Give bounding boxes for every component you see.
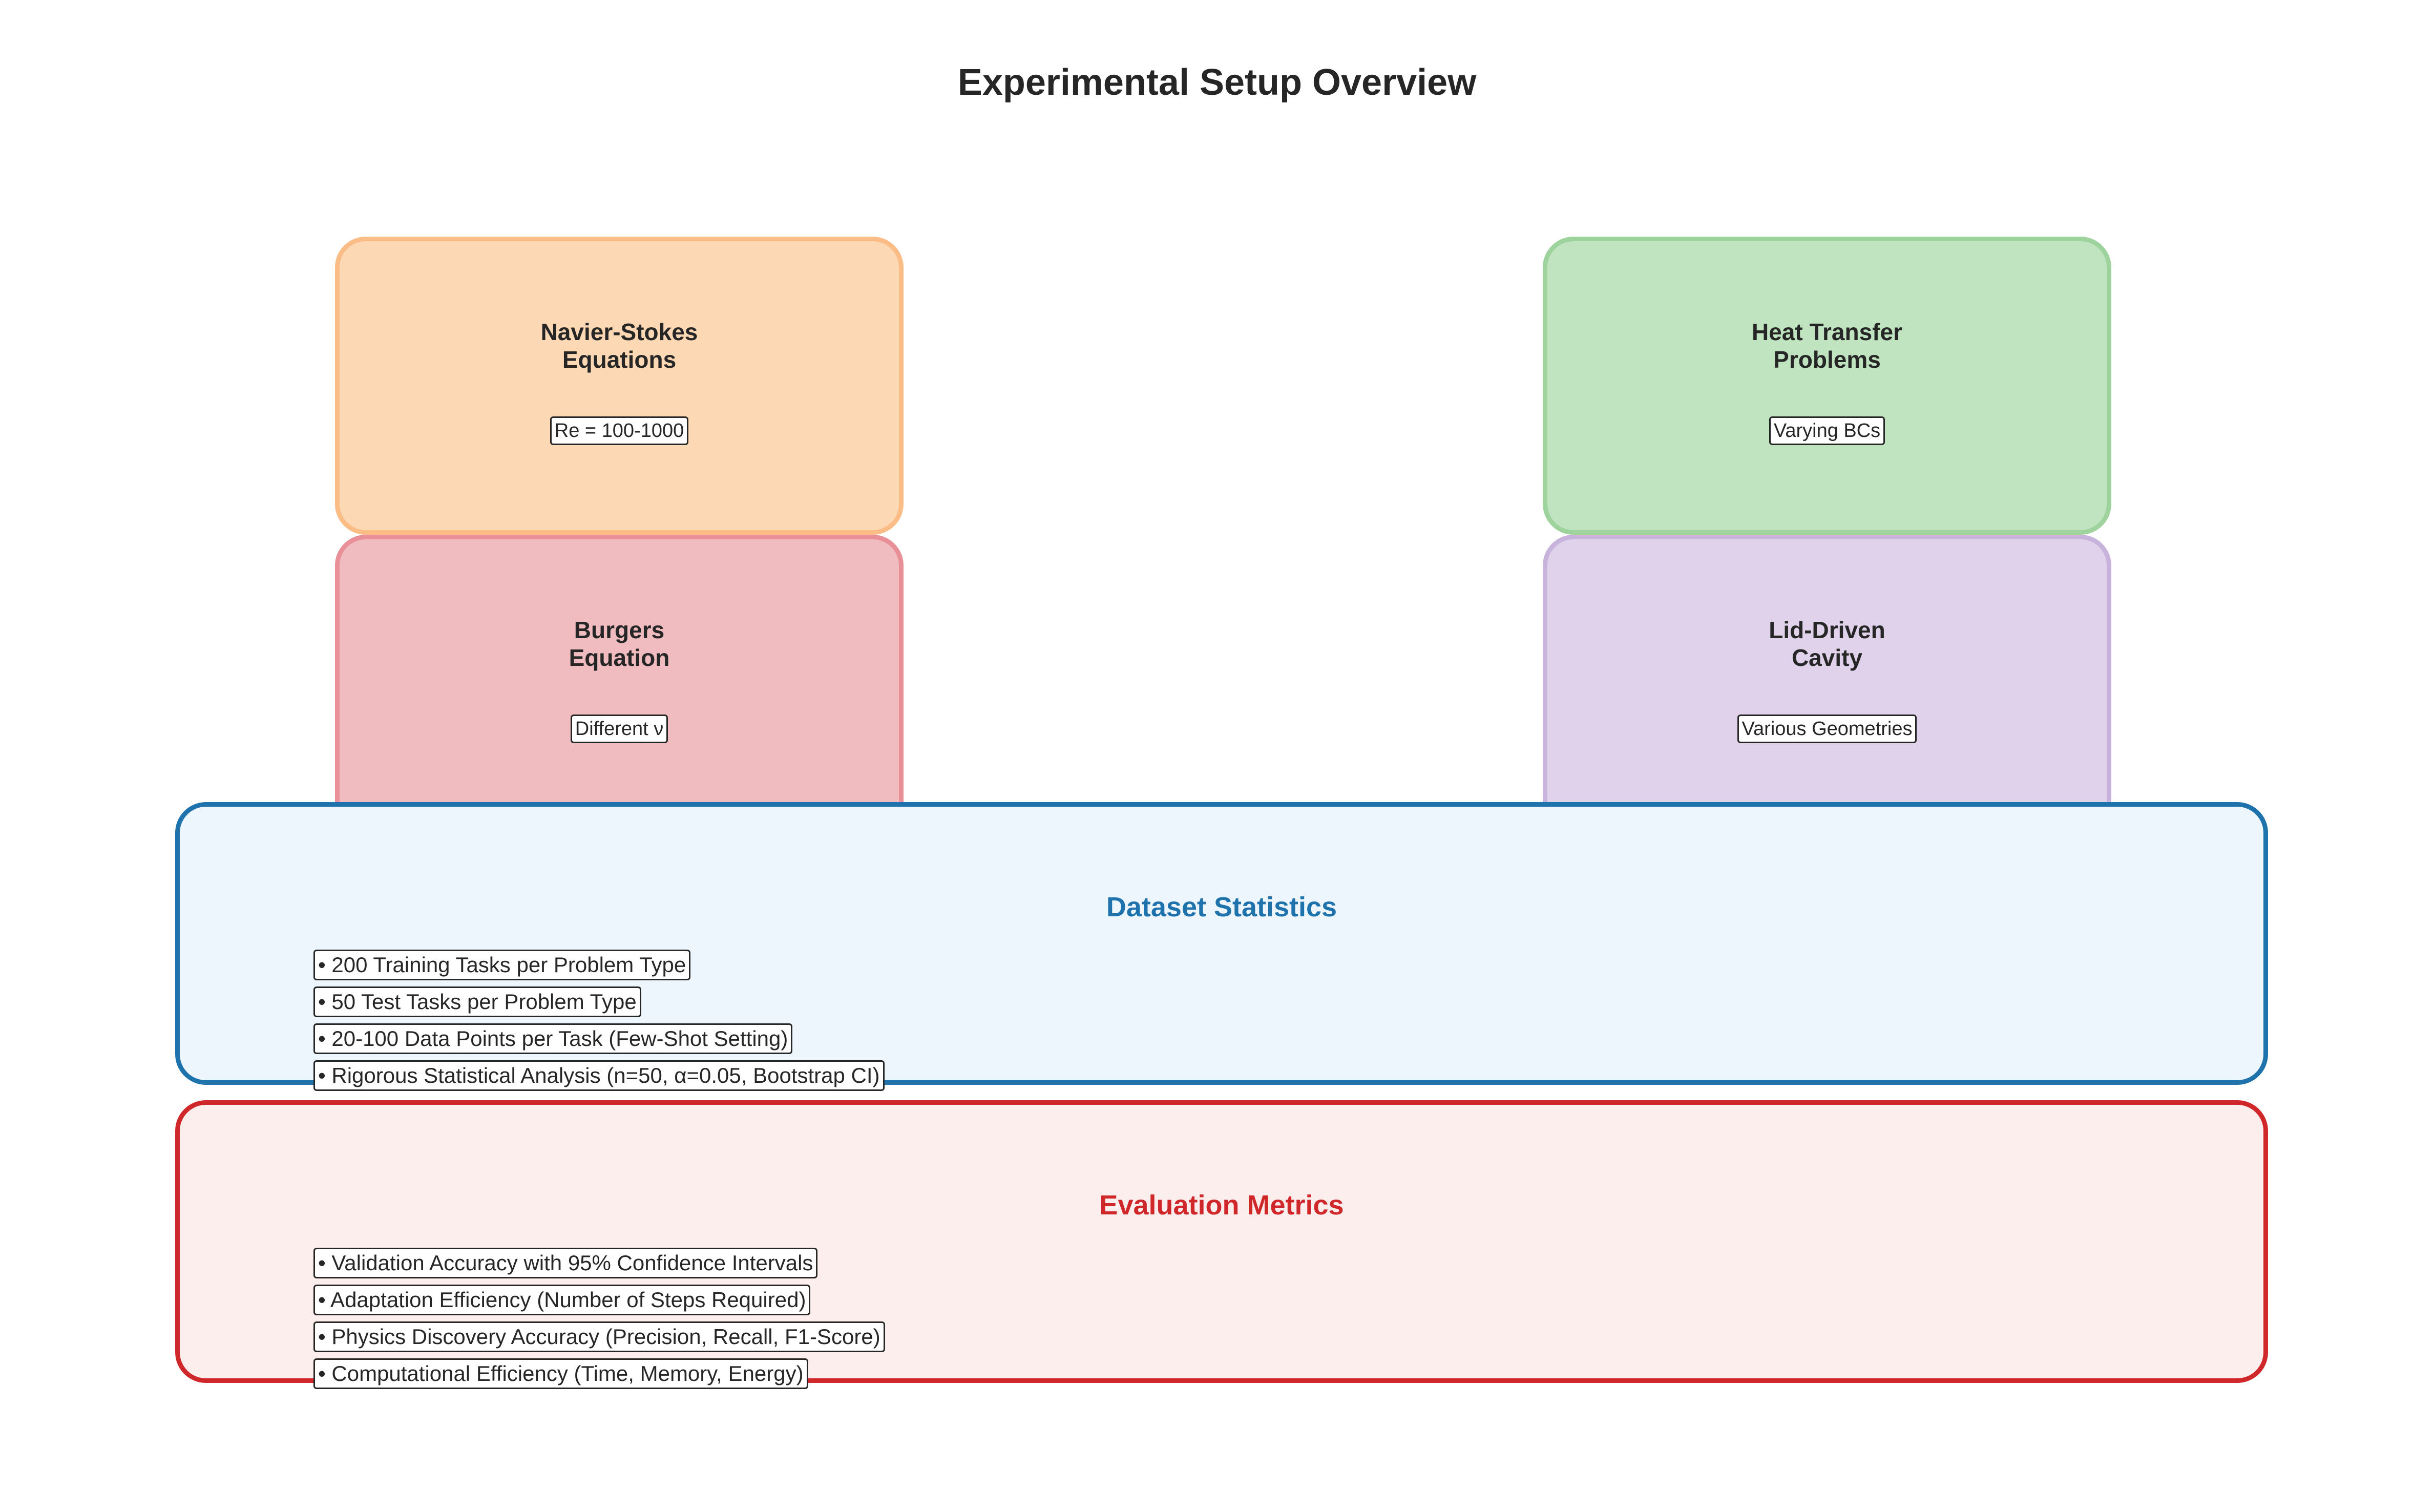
problem-box-navier-stokes: Navier-Stokes Equations Re = 100-1000: [335, 237, 904, 535]
list-item: • 200 Training Tasks per Problem Type: [313, 950, 691, 980]
problem-tag-heat-transfer: Varying BCs: [1769, 416, 1885, 445]
problem-label-navier-stokes: Navier-Stokes Equations: [540, 319, 698, 373]
list-item: • Physics Discovery Accuracy (Precision,…: [313, 1321, 885, 1352]
problem-box-heat-transfer: Heat Transfer Problems Varying BCs: [1543, 237, 2111, 535]
list-item: • 20-100 Data Points per Task (Few-Shot …: [313, 1023, 793, 1054]
list-item: • Adaptation Efficiency (Number of Steps…: [313, 1285, 811, 1315]
dataset-statistics-title: Dataset Statistics: [1106, 892, 1337, 922]
diagram-title: Experimental Setup Overview: [957, 62, 1477, 103]
list-item: • Computational Efficiency (Time, Memory…: [313, 1358, 808, 1389]
problem-label-heat-transfer: Heat Transfer Problems: [1751, 319, 1902, 373]
list-item: • Validation Accuracy with 95% Confidenc…: [313, 1248, 818, 1278]
list-item: • Rigorous Statistical Analysis (n=50, α…: [313, 1060, 885, 1091]
problem-label-burgers: Burgers Equation: [569, 617, 670, 671]
evaluation-metrics-title: Evaluation Metrics: [1099, 1190, 1344, 1221]
problem-tag-lid-driven: Various Geometries: [1737, 715, 1917, 743]
problem-box-burgers: Burgers Equation Different ν: [335, 535, 904, 833]
problem-tag-burgers: Different ν: [570, 715, 668, 743]
problem-label-lid-driven: Lid-Driven Cavity: [1769, 617, 1885, 671]
list-item: • 50 Test Tasks per Problem Type: [313, 986, 641, 1017]
problem-tag-navier-stokes: Re = 100-1000: [550, 416, 689, 445]
problem-box-lid-driven: Lid-Driven Cavity Various Geometries: [1543, 535, 2111, 833]
